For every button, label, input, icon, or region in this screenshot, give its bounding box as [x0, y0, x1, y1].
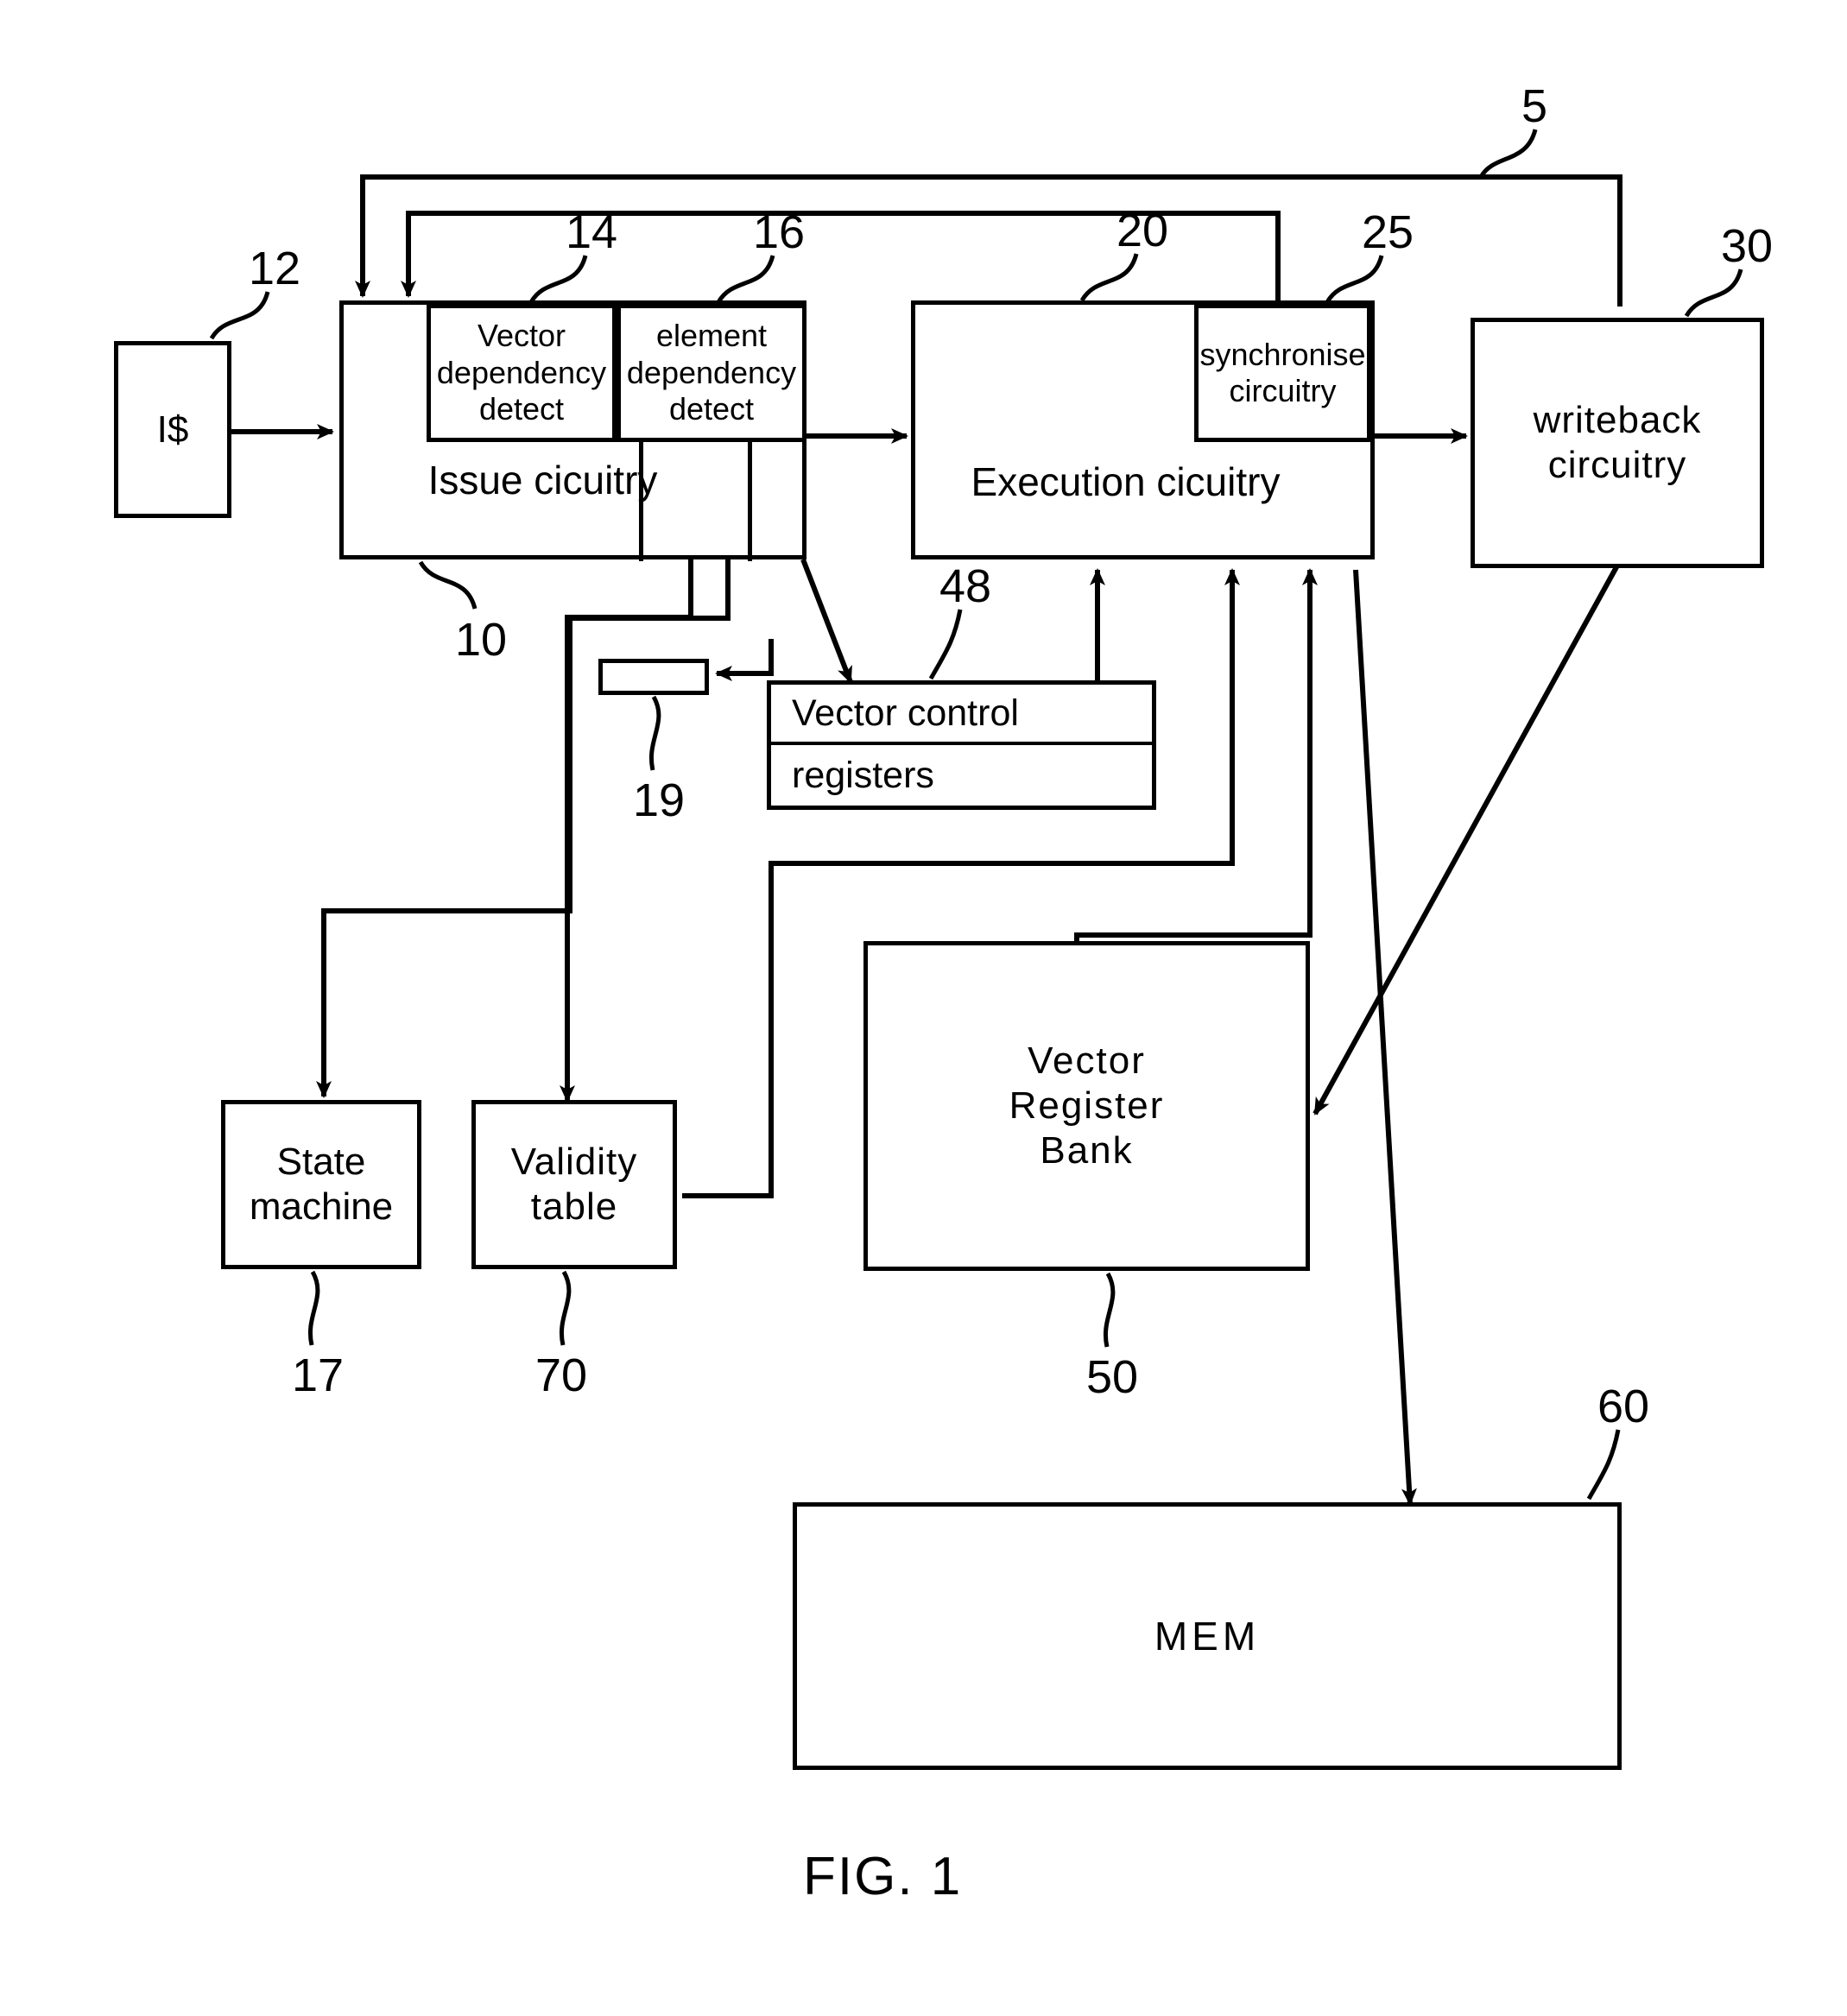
- block-vector-dependency-detect-label: Vector dependency detect: [436, 318, 607, 427]
- vector-control-registers-line1: Vector control: [792, 692, 1019, 734]
- block-vector-dependency-detect[interactable]: Vector dependency detect: [427, 304, 617, 442]
- ref-50: 50: [1086, 1351, 1139, 1403]
- block-vector-register-bank-label: Vector Register Bank: [1009, 1040, 1165, 1172]
- block-vector-register-bank[interactable]: Vector Register Bank: [863, 941, 1310, 1271]
- ref-25: 25: [1362, 206, 1414, 258]
- vector-control-registers-row-2: registers: [771, 745, 1152, 806]
- block-state-machine[interactable]: State machine: [221, 1100, 421, 1269]
- figure-caption: FIG. 1: [803, 1847, 963, 1906]
- ref-60: 60: [1597, 1381, 1650, 1432]
- block-memory[interactable]: MEM: [793, 1502, 1622, 1770]
- block-writeback-circuitry-label: writeback circuitry: [1533, 399, 1702, 486]
- ref-70: 70: [535, 1349, 588, 1401]
- vector-control-registers-row-1: Vector control: [771, 685, 1152, 745]
- ref-10: 10: [455, 614, 508, 666]
- block-validity-table-label: Validity table: [510, 1141, 638, 1228]
- ref-30: 30: [1721, 220, 1774, 272]
- block-element-dependency-detect-label: element dependency detect: [626, 318, 797, 427]
- block-synchronise-circuitry[interactable]: synchronise circuitry: [1194, 304, 1371, 442]
- block-issue-circuitry-label: Issue cicuitry: [427, 457, 658, 502]
- block-execution-circuitry-label: Execution cicuitry: [971, 458, 1281, 504]
- figure-canvas: I$ Issue cicuitry Vector dependency dete…: [0, 0, 1847, 2016]
- ref-14: 14: [566, 206, 618, 258]
- ref-19: 19: [633, 774, 686, 826]
- block-instruction-cache[interactable]: I$: [114, 341, 231, 518]
- ref-16: 16: [753, 206, 806, 258]
- issue-circuitry-inner-divider-2: [639, 440, 643, 561]
- ref-48: 48: [939, 560, 992, 612]
- block-instruction-cache-label: I$: [156, 408, 189, 451]
- vector-control-registers-line2: registers: [792, 754, 934, 796]
- block-vector-control-registers[interactable]: Vector control registers: [767, 680, 1156, 810]
- ref-5: 5: [1521, 80, 1548, 132]
- issue-circuitry-inner-divider: [748, 440, 752, 561]
- block-synchronise-circuitry-label: synchronise circuitry: [1199, 336, 1366, 408]
- block-writeback-circuitry[interactable]: writeback circuitry: [1471, 318, 1764, 568]
- block-small-register[interactable]: [598, 659, 709, 695]
- block-validity-table[interactable]: Validity table: [471, 1100, 677, 1269]
- block-state-machine-label: State machine: [249, 1141, 394, 1228]
- block-memory-label: MEM: [1154, 1613, 1261, 1659]
- ref-17: 17: [292, 1349, 345, 1401]
- ref-20: 20: [1116, 205, 1169, 256]
- block-element-dependency-detect[interactable]: element dependency detect: [617, 304, 806, 442]
- ref-12: 12: [249, 243, 301, 294]
